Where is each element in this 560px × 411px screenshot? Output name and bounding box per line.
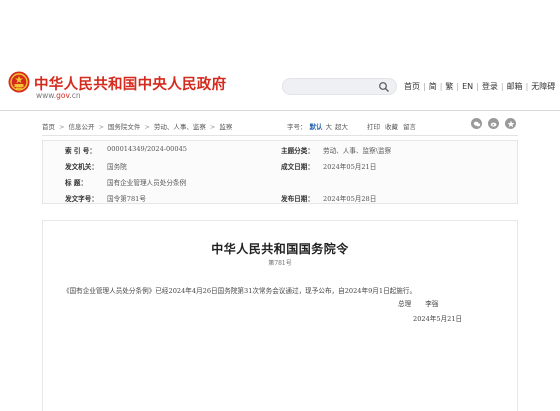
nav-separator: |	[500, 82, 504, 91]
category-label: 主题分类：	[281, 147, 314, 155]
breadcrumb-arrow-icon: >	[144, 123, 150, 131]
font-size-large[interactable]: 大	[326, 123, 333, 131]
qzone-icon[interactable]	[505, 118, 516, 129]
comment-button[interactable]: 留言	[403, 123, 416, 131]
site-url-prefix: www.	[36, 91, 57, 100]
national-emblem-icon[interactable]	[8, 71, 30, 93]
signer-name: 李强	[425, 300, 439, 308]
breadcrumb-state-council-docs[interactable]: 国务院文件	[108, 123, 141, 131]
issuer-value: 国务院	[107, 163, 127, 171]
signer-title: 总理	[398, 300, 412, 308]
nav-login[interactable]: 登录	[482, 81, 498, 92]
font-size-control: 字号： 默认大超大	[287, 121, 351, 131]
breadcrumb-arrow-icon: >	[59, 123, 65, 131]
title-value: 国有企业管理人员处分条例	[107, 179, 187, 187]
issuer-label: 发文机关：	[65, 163, 98, 171]
nav-separator: |	[423, 82, 426, 91]
category-value[interactable]: 劳动、人事、监察\监察	[323, 145, 391, 155]
nav-separator: |	[476, 82, 479, 91]
nav-traditional[interactable]: 繁	[445, 81, 453, 92]
wechat-icon[interactable]	[471, 118, 482, 129]
breadcrumb-supervision[interactable]: 监察	[219, 123, 232, 131]
page-tools: 打印 收藏 留言	[367, 121, 421, 131]
document-title: 中华人民共和国国务院令	[211, 242, 349, 256]
published-date-value: 2024年05月28日	[323, 195, 377, 203]
published-date-label: 发布日期：	[281, 195, 314, 203]
table-row: 发文字号： 国令第781号 发布日期： 2024年05月28日	[43, 189, 517, 205]
written-date-label: 成文日期：	[281, 163, 314, 171]
nav-home[interactable]: 首页	[404, 81, 420, 92]
breadcrumb-info-public[interactable]: 信息公开	[68, 123, 94, 131]
nav-separator: |	[525, 82, 529, 91]
index-label: 索 引 号：	[65, 147, 96, 155]
breadcrumb: 首页 > 信息公开 > 国务院文件 > 劳动、人事、监察 > 监察	[42, 121, 232, 131]
font-size-default[interactable]: 默认	[310, 123, 323, 131]
signature: 总理 李强	[398, 298, 452, 308]
nav-english[interactable]: EN	[462, 82, 473, 91]
breadcrumb-arrow-icon: >	[98, 123, 104, 131]
decree-number: 第781号	[268, 260, 292, 267]
nav-mail[interactable]: 邮箱	[507, 81, 523, 92]
site-url: www.gov.cn	[36, 91, 81, 100]
search-input[interactable]	[282, 78, 397, 95]
nav-separator: |	[456, 82, 460, 91]
document-number-value: 国令第781号	[107, 195, 146, 203]
written-date-value: 2024年05月21日	[323, 163, 377, 171]
site-url-suffix: .cn	[69, 91, 81, 100]
document-content: 中华人民共和国国务院令 第781号 《国有企业管理人员处分条例》已经2024年4…	[42, 220, 518, 411]
print-button[interactable]: 打印	[367, 123, 380, 131]
favorite-button[interactable]: 收藏	[385, 123, 398, 131]
document-metadata-table: 索 引 号： 000014349/2024-00045 主题分类： 劳动、人事、…	[42, 140, 518, 204]
header-divider	[0, 110, 560, 111]
nav-separator: |	[439, 82, 443, 91]
table-row: 索 引 号： 000014349/2024-00045 主题分类： 劳动、人事、…	[43, 141, 517, 157]
site-url-gov: gov	[56, 91, 70, 100]
breadcrumb-arrow-icon: >	[209, 123, 216, 131]
breadcrumb-labor-personnel[interactable]: 劳动、人事、监察	[154, 123, 206, 131]
site-header: 中华人民共和国中央人民政府 www.gov.cn 首页 | 简 | 繁 | EN | 登…	[0, 0, 560, 110]
search-icon[interactable]	[378, 81, 390, 93]
table-row: 标 题： 国有企业管理人员处分条例	[43, 173, 517, 189]
share-icons	[471, 118, 522, 129]
nav-accessibility[interactable]: 无障碍	[531, 81, 555, 92]
index-value: 000014349/2024-00045	[107, 145, 187, 153]
document-body: 《国有企业管理人员处分条例》已经2024年4月26日国务院第31次常务会议通过，…	[63, 287, 417, 295]
font-size-label: 字号：	[287, 123, 307, 131]
document-date: 2024年5月21日	[413, 315, 463, 323]
font-size-xlarge[interactable]: 超大	[335, 123, 348, 131]
breadcrumb-divider	[42, 135, 518, 136]
title-label: 标 题：	[65, 179, 88, 187]
breadcrumb-home[interactable]: 首页	[42, 123, 55, 131]
table-row: 发文机关： 国务院 成文日期： 2024年05月21日	[43, 157, 517, 173]
nav-simplified[interactable]: 简	[429, 81, 437, 92]
weibo-icon[interactable]	[488, 118, 499, 129]
top-nav: 首页 | 简 | 繁 | EN | 登录 | 邮箱 | 无障碍	[404, 81, 555, 92]
document-number-label: 发文字号：	[65, 195, 98, 203]
